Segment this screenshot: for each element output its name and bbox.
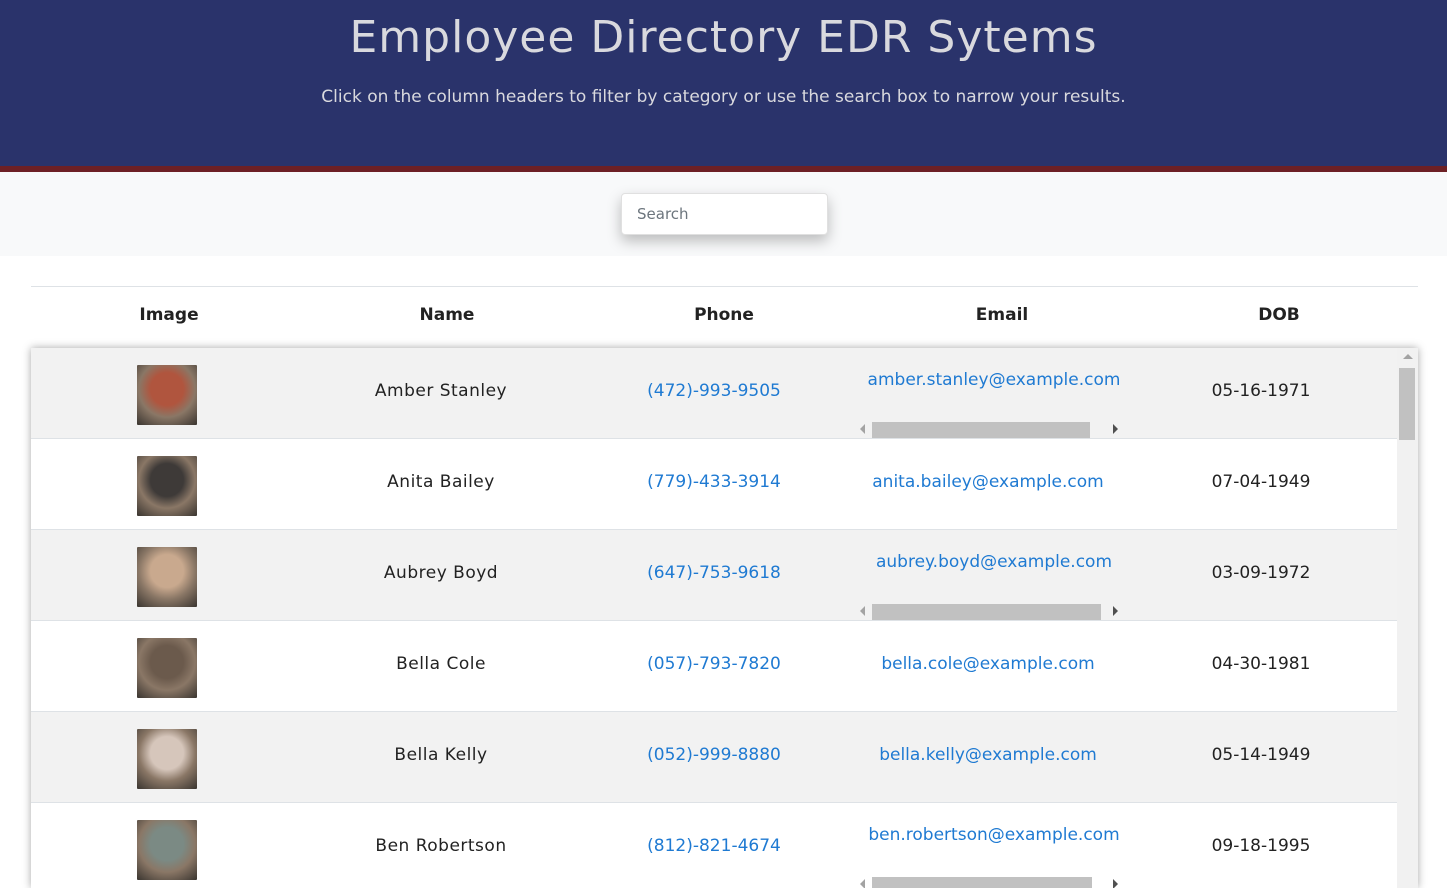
scroll-left-arrow-icon[interactable]	[860, 424, 865, 434]
email-horizontal-scrollbar[interactable]	[856, 418, 1124, 438]
employee-dob: 04-30-1981	[1211, 654, 1311, 674]
employee-email-link[interactable]: bella.cole@example.com	[881, 654, 1094, 674]
employee-avatar	[137, 638, 197, 698]
employee-table: Image Name Phone Email DOB Amber Stanley…	[31, 286, 1418, 888]
scroll-right-arrow-icon[interactable]	[1113, 606, 1118, 616]
employee-avatar	[137, 456, 197, 516]
scroll-left-arrow-icon[interactable]	[860, 879, 865, 888]
table-body[interactable]: Amber Stanley (472)-993-9505 amber.stanley…	[31, 348, 1418, 888]
scrollbar-thumb[interactable]	[872, 604, 1101, 620]
search-input[interactable]	[621, 193, 828, 235]
table-row: Bella Cole (057)-793-7820 bella.cole@examp…	[31, 621, 1397, 712]
employee-email-link[interactable]: bella.kelly@example.com	[879, 745, 1097, 765]
employee-name: Ben Robertson	[375, 836, 507, 856]
employee-dob: 07-04-1949	[1211, 472, 1311, 492]
employee-avatar	[137, 729, 197, 789]
column-header-dob[interactable]: DOB	[1258, 305, 1300, 325]
table-header: Image Name Phone Email DOB	[31, 286, 1418, 349]
employee-name: Amber Stanley	[374, 381, 508, 401]
employee-name: Bella Kelly	[394, 745, 488, 765]
table-row: Ben Robertson (812)-821-4674 ben.robertson…	[31, 803, 1397, 888]
table-row: Aubrey Boyd (647)-753-9618 aubrey.boyd@exa…	[31, 530, 1397, 621]
employee-dob: 03-09-1972	[1211, 563, 1311, 583]
page-subtitle: Click on the column headers to filter by…	[321, 87, 1126, 107]
employee-phone-link[interactable]: (779)-433-3914	[647, 472, 781, 492]
employee-name: Aubrey Boyd	[383, 563, 499, 583]
vertical-scrollbar[interactable]	[1397, 348, 1418, 888]
column-header-image[interactable]: Image	[139, 305, 198, 325]
scrollbar-thumb[interactable]	[872, 877, 1092, 888]
email-horizontal-scrollbar[interactable]	[856, 873, 1124, 888]
employee-email-link[interactable]: anita.bailey@example.com	[872, 472, 1103, 492]
employee-name: Bella Cole	[396, 654, 486, 674]
email-horizontal-scrollbar[interactable]	[856, 600, 1124, 620]
employee-name: Anita Bailey	[387, 472, 495, 492]
employee-dob: 05-14-1949	[1211, 745, 1311, 765]
employee-phone-link[interactable]: (057)-793-7820	[647, 654, 781, 674]
column-header-phone[interactable]: Phone	[694, 305, 754, 325]
table-row: Anita Bailey (779)-433-3914 anita.bailey@e…	[31, 439, 1397, 530]
employee-phone-link[interactable]: (812)-821-4674	[647, 836, 781, 856]
employee-dob: 09-18-1995	[1211, 836, 1311, 856]
table-row: Amber Stanley (472)-993-9505 amber.stanley…	[31, 348, 1397, 439]
employee-email-link[interactable]: aubrey.boyd@example.com	[876, 552, 1112, 572]
table-row: Bella Kelly (052)-999-8880 bella.kelly@exa…	[31, 712, 1397, 803]
scroll-right-arrow-icon[interactable]	[1113, 424, 1118, 434]
column-header-name[interactable]: Name	[420, 305, 475, 325]
employee-avatar	[137, 365, 197, 425]
employee-avatar	[137, 547, 197, 607]
scroll-right-arrow-icon[interactable]	[1113, 879, 1118, 888]
scrollbar-thumb[interactable]	[1399, 368, 1415, 440]
employee-phone-link[interactable]: (052)-999-8880	[647, 745, 781, 765]
employee-dob: 05-16-1971	[1211, 381, 1311, 401]
employee-phone-link[interactable]: (647)-753-9618	[647, 563, 781, 583]
employee-avatar	[137, 820, 197, 880]
scroll-left-arrow-icon[interactable]	[860, 606, 865, 616]
employee-phone-link[interactable]: (472)-993-9505	[647, 381, 781, 401]
column-header-email[interactable]: Email	[976, 305, 1028, 325]
employee-email-link[interactable]: ben.robertson@example.com	[868, 825, 1119, 845]
scroll-up-arrow-icon[interactable]	[1403, 354, 1413, 359]
employee-email-link[interactable]: amber.stanley@example.com	[868, 370, 1121, 390]
page-header: Employee Directory EDR Sytems Click on t…	[0, 0, 1447, 172]
scrollbar-thumb[interactable]	[872, 422, 1090, 438]
page-title: Employee Directory EDR Sytems	[349, 12, 1098, 63]
